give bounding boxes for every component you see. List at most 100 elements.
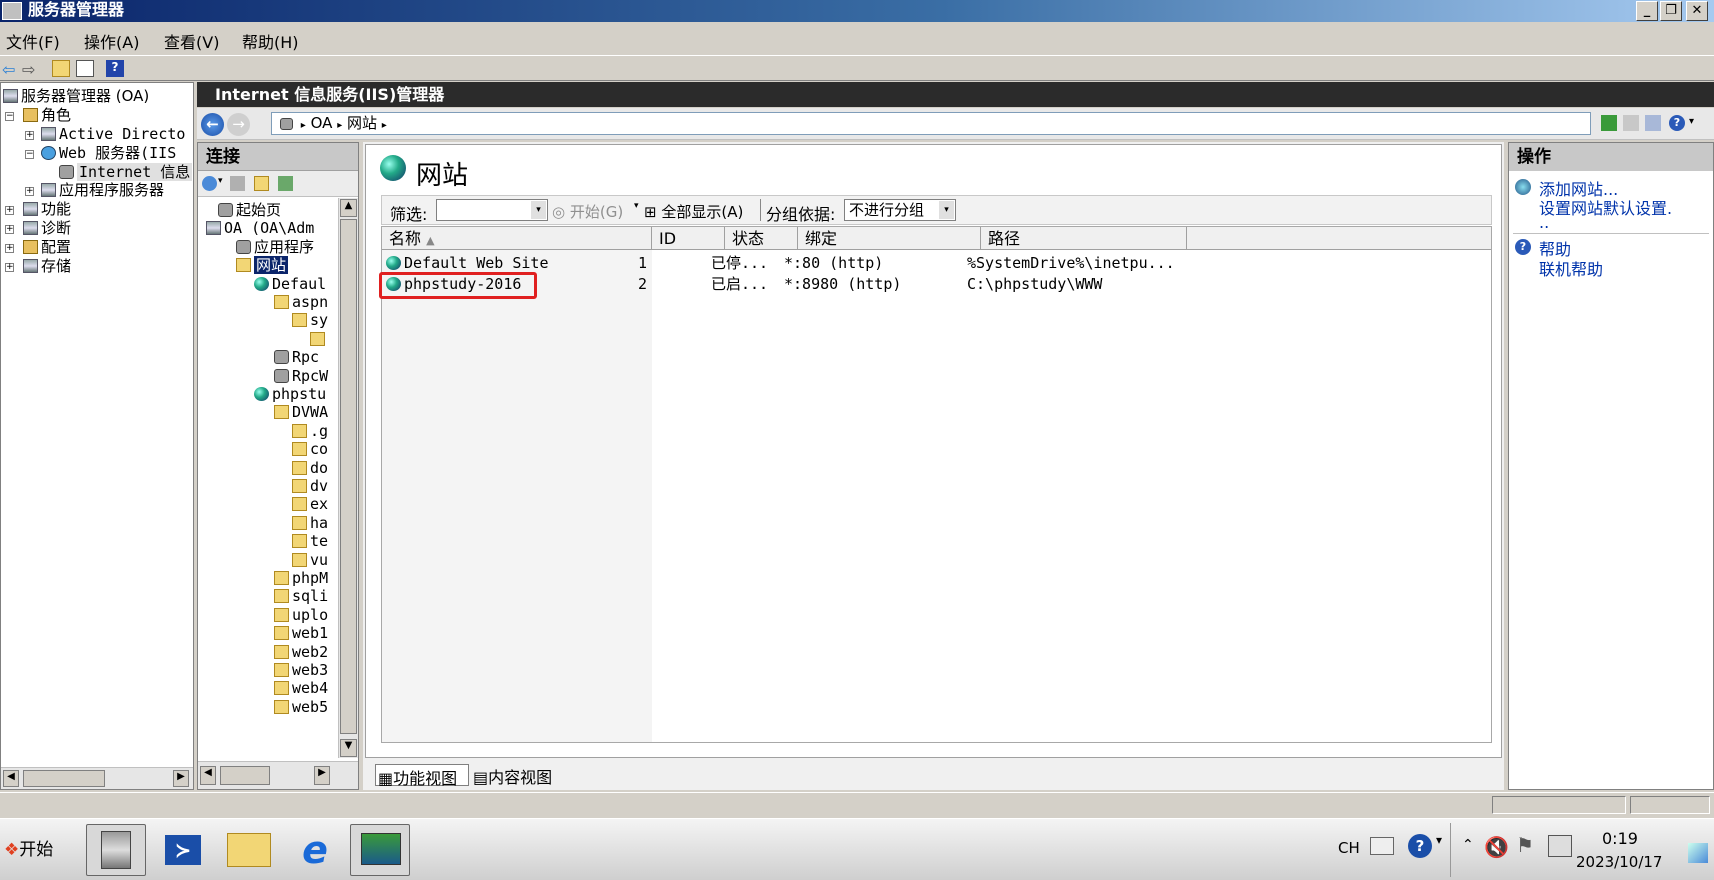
menu-file[interactable]: 文件(F) [6, 29, 60, 53]
conn-tree-item[interactable]: RpcW [274, 367, 328, 386]
col-header-id[interactable]: ID [652, 227, 725, 250]
disconnect-icon[interactable] [278, 176, 293, 191]
conn-tree-item[interactable]: uplo [274, 606, 328, 625]
stop-icon[interactable] [1623, 115, 1639, 131]
language-indicator[interactable]: CH [1338, 839, 1360, 857]
conn-tree-item[interactable]: ex [292, 495, 328, 514]
menu-action[interactable]: 操作(A) [84, 29, 139, 53]
expand-toggle[interactable]: + [5, 225, 14, 234]
conn-tree-item[interactable]: web2 [274, 643, 328, 662]
conn-tree-item[interactable]: 应用程序 [236, 238, 314, 257]
scroll-down-icon[interactable]: ▼ [340, 739, 357, 757]
show-all-button[interactable]: ⊞ 全部显示(A) [644, 201, 743, 222]
conn-tree-item[interactable]: phpM [274, 569, 328, 588]
menu-view[interactable]: 查看(V) [164, 29, 219, 53]
back-button[interactable]: ← [201, 113, 224, 136]
connect-icon[interactable] [202, 176, 217, 191]
forward-arrow-icon[interactable]: ⇨ [22, 60, 40, 79]
taskbar-explorer[interactable] [218, 824, 278, 876]
col-header-binding[interactable]: 绑定 [798, 227, 981, 250]
close-button[interactable]: ✕ [1686, 1, 1708, 21]
tree-item-features[interactable]: 功能 [23, 200, 71, 219]
minimize-button[interactable]: _ [1636, 1, 1658, 21]
show-desktop-icon[interactable] [1688, 843, 1708, 863]
menu-help[interactable]: 帮助(H) [242, 29, 299, 53]
site-defaults-link-cont[interactable]: .. [1539, 213, 1549, 232]
tree-item-active-directory[interactable]: Active Directo [41, 125, 185, 144]
tab-content-view[interactable]: ▤内容视图 [473, 764, 569, 787]
conn-tree-item[interactable]: Defaul [254, 275, 326, 294]
scroll-left-icon[interactable]: ◀ [200, 766, 216, 785]
conn-tree-item[interactable]: DVWA [274, 403, 328, 422]
restore-button[interactable]: ❐ [1660, 1, 1682, 21]
help-icon[interactable]: ? [1408, 834, 1432, 858]
tree-item-storage[interactable]: 存储 [23, 257, 71, 276]
start-filter-button[interactable]: ◎ 开始(G) [552, 201, 623, 222]
volume-muted-icon[interactable]: 🔇 [1484, 835, 1509, 859]
table-row[interactable]: phpstudy-2016 2 已启... *:8980 (http) C:\p… [382, 274, 1491, 295]
conn-tree-item[interactable]: vu [292, 551, 328, 570]
conn-tree-item[interactable]: web3 [274, 661, 328, 680]
table-row[interactable]: Default Web Site 1 已停... *:80 (http) %Sy… [382, 253, 1491, 274]
connections-vscrollbar[interactable]: ▲ ▼ [338, 198, 358, 758]
save-icon[interactable] [230, 176, 245, 191]
tree-item-configuration[interactable]: 配置 [23, 238, 71, 257]
breadcrumb[interactable]: ▸ OA ▸ 网站 ▸ [271, 112, 1591, 135]
site-defaults-link[interactable]: 设置网站默认设置. [1539, 195, 1672, 219]
conn-tree-item[interactable]: OA (OA\Adm [206, 219, 314, 238]
keyboard-icon[interactable] [1370, 837, 1394, 855]
tree-item-diagnostics[interactable]: 诊断 [23, 219, 71, 238]
scroll-up-icon[interactable]: ▲ [340, 199, 357, 217]
show-hide-console-icon[interactable] [76, 60, 94, 77]
col-header-name[interactable]: 名称 ▲ [382, 227, 652, 250]
conn-tree-item[interactable]: 网站 [236, 256, 289, 275]
conn-tree-item[interactable]: aspn [274, 293, 328, 312]
tree-item-app-server[interactable]: 应用程序服务器 [41, 181, 164, 200]
scroll-right-icon[interactable]: ▶ [314, 766, 330, 785]
conn-tree-item[interactable]: 起始页 [218, 201, 281, 220]
conn-tree-item[interactable] [310, 330, 328, 349]
collapse-toggle[interactable]: − [5, 112, 14, 121]
tree-item-iis-manager[interactable]: Internet 信息 [59, 163, 193, 182]
expand-toggle[interactable]: + [25, 131, 34, 140]
help-book-icon[interactable]: ? [106, 60, 124, 77]
tree-item-roles[interactable]: 角色 [23, 106, 71, 125]
conn-tree-item[interactable]: phpstu [254, 385, 326, 404]
taskbar-remote-desktop[interactable] [350, 824, 410, 876]
show-hidden-icons-icon[interactable]: ⌃ [1462, 837, 1474, 853]
expand-toggle[interactable]: + [5, 244, 14, 253]
tree-item-web-server[interactable]: Web 服务器(IIS [41, 144, 176, 163]
collapse-toggle[interactable]: − [25, 150, 34, 159]
help-icon[interactable]: ? [1669, 115, 1685, 131]
scroll-thumb[interactable] [220, 766, 270, 785]
expand-toggle[interactable]: + [25, 187, 34, 196]
breadcrumb-oa[interactable]: OA [311, 114, 333, 132]
expand-toggle[interactable]: + [5, 206, 14, 215]
conn-tree-item[interactable]: co [292, 440, 328, 459]
start-button[interactable]: ❖开始 [0, 827, 64, 873]
conn-tree-item[interactable]: dv [292, 477, 328, 496]
conn-tree-item[interactable]: sqli [274, 587, 328, 606]
expand-toggle[interactable]: + [5, 263, 14, 272]
forward-button[interactable]: → [227, 113, 250, 136]
conn-tree-item[interactable]: ha [292, 514, 328, 533]
up-folder-icon[interactable] [52, 60, 70, 77]
tree-item-server-manager[interactable]: 服务器管理器 (OA) [3, 87, 149, 106]
conn-tree-item[interactable]: do [292, 459, 328, 478]
tab-features-view[interactable]: ▦功能视图 [375, 764, 469, 788]
filter-input[interactable]: ▾ [436, 199, 548, 221]
network-icon[interactable] [1548, 835, 1572, 857]
group-by-select[interactable]: 不进行分组 ▾ [844, 199, 956, 221]
conn-tree-item[interactable]: web5 [274, 698, 328, 717]
ime-options-icon[interactable]: ▾ [1436, 833, 1442, 847]
clock-time[interactable]: 0:19 [1602, 829, 1638, 848]
back-arrow-icon[interactable]: ⇦ [2, 60, 20, 79]
taskbar-server-manager[interactable] [86, 824, 146, 876]
online-help-link[interactable]: 联机帮助 [1539, 256, 1603, 280]
conn-tree-item[interactable]: web1 [274, 624, 328, 643]
conn-tree-item[interactable]: te [292, 532, 328, 551]
action-center-flag-icon[interactable]: ⚑ [1516, 833, 1534, 857]
scroll-thumb[interactable] [340, 219, 357, 734]
col-header-path[interactable]: 路径 [981, 227, 1187, 250]
start-dropdown-icon[interactable]: ▾ [634, 201, 639, 211]
